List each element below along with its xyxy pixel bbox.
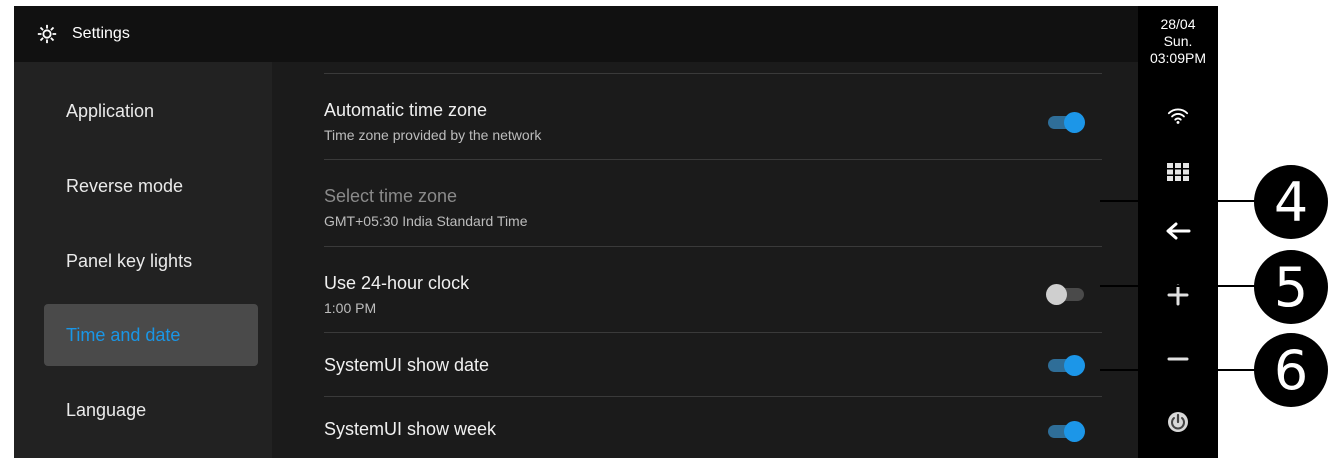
setting-title: SystemUI show week [324,419,497,439]
plus-icon[interactable] [1158,275,1198,315]
apps-grid-icon[interactable] [1158,152,1198,192]
callout-badge: 6 [1254,333,1328,407]
setting-automatic-time-zone[interactable]: Automatic time zone Time zone provided b… [324,74,1102,160]
clock-time: 03:09PM [1149,50,1207,66]
setting-subtitle: 1:00 PM [324,300,377,316]
settings-screen: Settings Application Reverse mode Panel … [14,6,1138,458]
setting-title: Use 24-hour clock [324,273,470,293]
toggle-knob [1064,112,1085,133]
callout-leader-line [1100,285,1260,287]
setting-use-24-hour-clock[interactable]: Use 24-hour clock 1:00 PM [324,247,1102,333]
top-bar: Settings [14,6,1138,62]
settings-content: Automatic time zone Time zone provided b… [272,62,1138,458]
settings-top-divider [324,62,1102,74]
clock-day: Sun. [1163,33,1193,49]
automatic-time-zone-toggle[interactable] [1044,110,1088,134]
callout-leader-line [1100,200,1260,202]
callout-badge: 4 [1254,165,1328,239]
setting-title: Select time zone [324,186,458,206]
setting-systemui-show-week[interactable]: SystemUI show week [324,397,1102,458]
callout-leader-line [1100,369,1260,371]
toggle-knob [1064,421,1085,442]
sidebar-item-panel-key-lights[interactable]: Panel key lights [44,230,258,292]
clock-date: 28/04 [1160,16,1196,32]
sidebar-item-time-and-date[interactable]: Time and date [44,304,258,366]
minus-icon[interactable] [1158,339,1198,379]
sidebar-item-application[interactable]: Application [44,80,258,142]
toggle-knob [1046,284,1067,305]
sidebar-item-language[interactable]: Language [44,379,258,441]
setting-subtitle: GMT+05:30 India Standard Time [324,213,528,229]
toggle-knob [1064,355,1085,376]
use-24-hour-clock-toggle[interactable] [1044,282,1088,306]
back-arrow-icon[interactable] [1158,211,1198,251]
side-rail: 28/04 Sun. 03:09PM [1138,6,1218,458]
setting-title: SystemUI show date [324,355,490,375]
setting-select-time-zone[interactable]: Select time zone GMT+05:30 India Standar… [324,160,1102,247]
setting-title: Automatic time zone [324,100,488,120]
systemui-show-date-toggle[interactable] [1044,353,1088,377]
systemui-show-week-toggle[interactable] [1044,419,1088,443]
gear-icon [36,23,58,45]
sidebar: Application Reverse mode Panel key light… [14,62,272,458]
wifi-icon[interactable] [1158,96,1198,136]
sidebar-item-reverse-mode[interactable]: Reverse mode [44,155,258,217]
setting-systemui-show-date[interactable]: SystemUI show date [324,333,1102,397]
callout-badge: 5 [1254,250,1328,324]
setting-subtitle: Time zone provided by the network [324,127,542,143]
clock-display: 28/04 Sun. 03:09PM [1138,16,1218,67]
page-title: Settings [72,25,130,42]
power-icon[interactable] [1158,402,1198,442]
